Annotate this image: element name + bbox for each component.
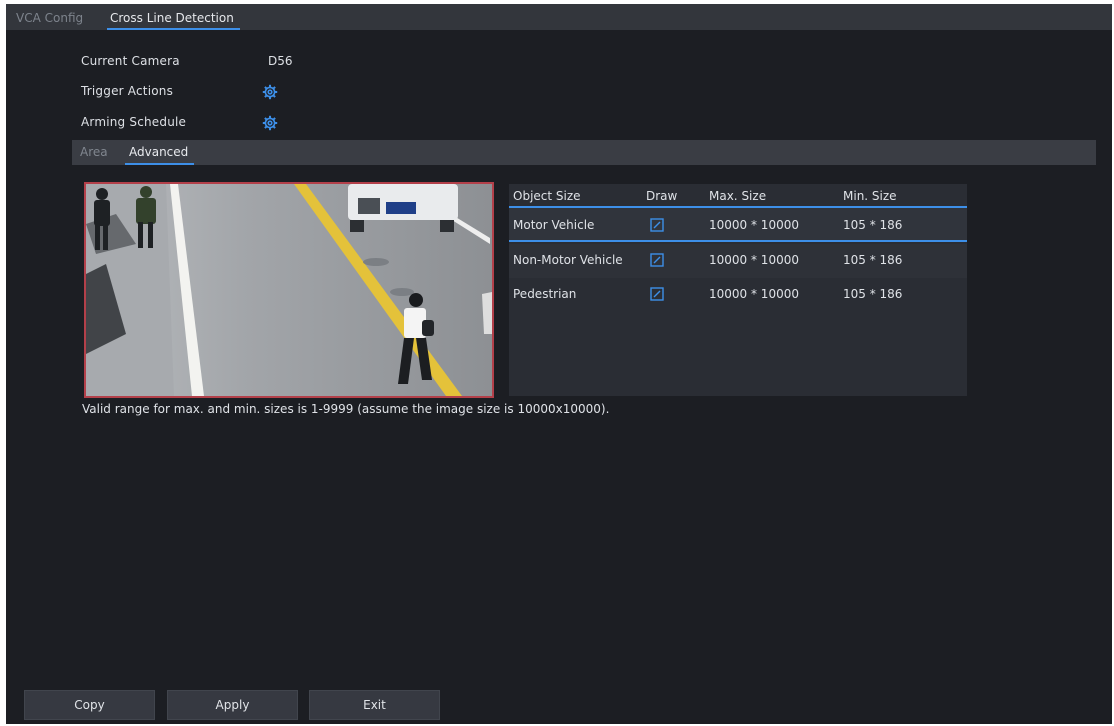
tab-cross-line-detection[interactable]: Cross Line Detection xyxy=(107,4,240,30)
table-row[interactable]: Non-Motor Vehicle 10000 * 10000 105 * 18… xyxy=(509,244,967,278)
row-max-size: 10000 * 10000 xyxy=(709,218,799,232)
row-min-size: 105 * 186 xyxy=(843,218,903,232)
row-max-size: 10000 * 10000 xyxy=(709,287,799,301)
vca-window: VCA Config Cross Line Detection Current … xyxy=(6,4,1112,724)
arming-schedule-gear-icon[interactable] xyxy=(262,115,278,131)
trigger-actions-label: Trigger Actions xyxy=(81,84,174,98)
camera-preview[interactable] xyxy=(84,182,494,398)
header-max-size: Max. Size xyxy=(709,189,767,203)
edit-icon[interactable] xyxy=(650,218,664,232)
header-draw: Draw xyxy=(646,189,678,203)
row-object-name: Motor Vehicle xyxy=(513,218,595,232)
table-header: Object Size Draw Max. Size Min. Size xyxy=(509,184,967,208)
trigger-actions-gear-icon[interactable] xyxy=(262,84,278,100)
tab-vca-config[interactable]: VCA Config xyxy=(16,4,83,30)
header-object-size: Object Size xyxy=(513,189,581,203)
size-range-note: Valid range for max. and min. sizes is 1… xyxy=(82,402,610,416)
exit-button[interactable]: Exit xyxy=(309,690,440,720)
table-row[interactable]: Pedestrian 10000 * 10000 105 * 186 xyxy=(509,278,967,312)
arming-schedule-label: Arming Schedule xyxy=(81,115,187,129)
row-object-name: Pedestrian xyxy=(513,287,577,301)
table-row[interactable]: Motor Vehicle 10000 * 10000 105 * 186 xyxy=(509,208,967,242)
edit-icon[interactable] xyxy=(650,287,664,301)
header-min-size: Min. Size xyxy=(843,189,897,203)
row-object-name: Non-Motor Vehicle xyxy=(513,253,623,267)
tab-advanced[interactable]: Advanced xyxy=(124,140,195,165)
top-tab-bar: VCA Config Cross Line Detection xyxy=(6,4,1112,30)
edit-icon[interactable] xyxy=(650,253,664,267)
copy-button[interactable]: Copy xyxy=(24,690,155,720)
row-max-size: 10000 * 10000 xyxy=(709,253,799,267)
current-camera-value: D56 xyxy=(268,54,293,68)
current-camera-label: Current Camera xyxy=(81,54,180,68)
tab-area[interactable]: Area xyxy=(80,140,108,165)
apply-button[interactable]: Apply xyxy=(167,690,298,720)
object-size-table: Object Size Draw Max. Size Min. Size Mot… xyxy=(509,184,967,396)
camera-frame-image xyxy=(86,184,492,396)
row-min-size: 105 * 186 xyxy=(843,253,903,267)
sub-tab-bar: Area Advanced xyxy=(72,140,1096,165)
row-min-size: 105 * 186 xyxy=(843,287,903,301)
